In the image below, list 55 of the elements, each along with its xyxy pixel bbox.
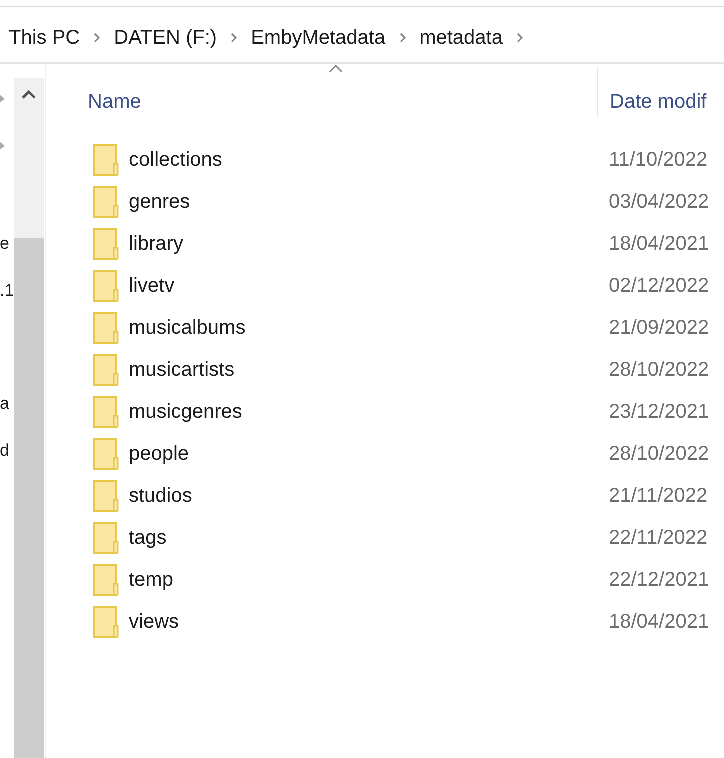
folder-icon [93, 228, 119, 260]
scrollbar[interactable] [14, 78, 44, 758]
file-name[interactable]: people [129, 439, 190, 469]
date-cell-text: 22/11/2022 [609, 526, 708, 551]
chevron-icon [230, 32, 238, 42]
column-header[interactable]: Date modif [610, 87, 707, 117]
chevron-icon [516, 32, 524, 42]
folder-icon [93, 354, 119, 386]
date-cell-text: 28/10/2022 [609, 442, 710, 467]
file-name[interactable]: tags [129, 523, 167, 553]
folder-icon [93, 564, 119, 596]
date-cell-text: 03/04/2022 [609, 190, 710, 215]
breadcrumb-item[interactable]: metadata [420, 22, 503, 52]
expand-icon[interactable] [0, 94, 6, 104]
expand-icon[interactable] [0, 141, 6, 151]
folder-icon [93, 270, 119, 302]
date-cell-text: 28/10/2022 [609, 358, 710, 383]
date-cell-text: 18/04/2021 [609, 610, 710, 635]
nav-item[interactable]: a [0, 395, 10, 412]
file-name[interactable]: views [129, 607, 180, 637]
folder-icon [93, 186, 119, 218]
folder-icon [93, 522, 119, 554]
column-header[interactable]: Name [88, 91, 142, 113]
nav-item[interactable]: e [0, 235, 10, 252]
file-name[interactable]: temp [129, 565, 174, 595]
folder-icon [93, 312, 119, 344]
date-cell-text: 11/10/2022 [609, 148, 708, 173]
date-cell-text: 02/12/2022 [609, 274, 710, 299]
date-cell-text: 23/12/2021 [609, 400, 710, 425]
breadcrumb-item[interactable]: DATEN (F:) [114, 22, 218, 52]
chevron-icon [398, 32, 407, 42]
file-name[interactable]: musicgenres [129, 397, 242, 427]
folder-icon [93, 396, 119, 428]
folder-icon [93, 438, 119, 470]
nav-item[interactable]: d [0, 442, 10, 459]
file-name[interactable]: library [129, 229, 184, 259]
folder-icon [93, 606, 119, 638]
date-cell-text: 18/04/2021 [609, 232, 710, 257]
date-cell-text: 21/09/2022 [609, 316, 710, 341]
date-cell-text: 22/12/2021 [609, 568, 710, 593]
scroll-up-icon[interactable] [22, 90, 36, 100]
file-name[interactable]: collections [129, 145, 222, 175]
breadcrumb-item[interactable]: EmbyMetadata [251, 22, 386, 52]
file-name[interactable]: livetv [129, 271, 175, 301]
file-name[interactable]: genres [129, 187, 190, 217]
chevron-icon [93, 32, 102, 42]
breadcrumb-item[interactable]: This PC [9, 22, 80, 52]
folder-icon [93, 480, 119, 512]
scrollbar-thumb[interactable] [14, 238, 44, 758]
file-name[interactable]: musicalbums [129, 313, 246, 343]
date-cell-text: 21/11/2022 [609, 484, 708, 509]
nav-item[interactable]: .1 [0, 282, 14, 299]
file-name[interactable]: musicartists [129, 355, 235, 385]
folder-icon [93, 144, 119, 176]
file-name[interactable]: studios [129, 481, 192, 511]
